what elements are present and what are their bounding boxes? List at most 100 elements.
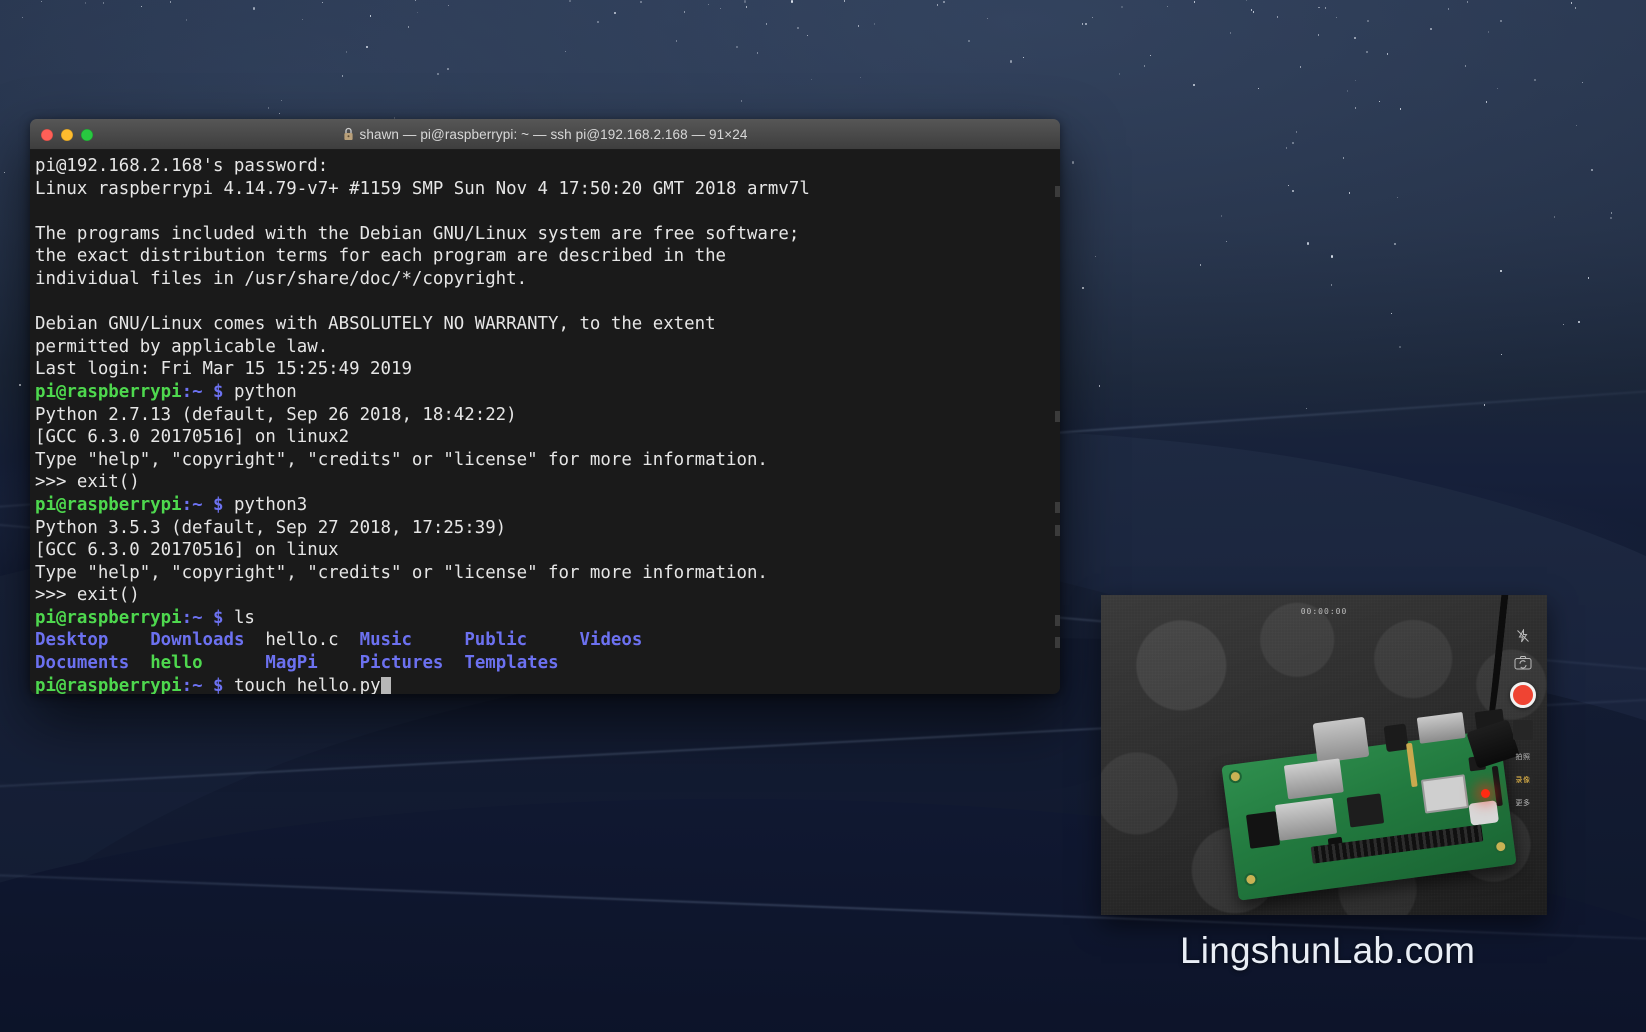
- terminal-text: Python 3.5.3 (default, Sep 27 2018, 17:2…: [35, 517, 507, 538]
- star: [857, 25, 859, 27]
- star: [280, 99, 282, 102]
- star: [447, 68, 449, 71]
- star: [448, 4, 450, 7]
- terminal-line: Last login: Fri Mar 15 15:25:49 2019: [30, 358, 1060, 381]
- star: [1575, 7, 1577, 9]
- star: [1367, 20, 1369, 23]
- star: [810, 78, 812, 81]
- star: [1226, 241, 1227, 243]
- terminal-text: hello: [150, 653, 203, 674]
- terminal-text: Documents: [35, 653, 130, 674]
- terminal-text: :~ $: [181, 607, 224, 628]
- terminal-line: [GCC 6.3.0 20170516] on linux2: [30, 426, 1060, 449]
- usb-port-lower: [1274, 797, 1338, 841]
- star: [707, 3, 710, 6]
- terminal-text: python3: [223, 494, 308, 515]
- star: [1496, 87, 1498, 90]
- terminal-window[interactable]: shawn — pi@raspberrypi: ~ — ssh pi@192.1…: [30, 119, 1060, 694]
- minimize-button[interactable]: [61, 128, 73, 141]
- star: [1610, 212, 1612, 214]
- site-watermark: LingshunLab.com: [1180, 930, 1476, 971]
- terminal-line: pi@raspberrypi:~ $ python: [30, 381, 1060, 404]
- star: [1246, 0, 1248, 2]
- camera-connector: [1405, 742, 1418, 788]
- terminal-titlebar[interactable]: shawn — pi@raspberrypi: ~ — ssh pi@192.1…: [30, 119, 1060, 150]
- terminal-text: Python 2.7.13 (default, Sep 26 2018, 18:…: [35, 404, 517, 425]
- star: [1378, 100, 1380, 103]
- terminal-line: The programs included with the Debian GN…: [30, 223, 1060, 246]
- star: [1342, 156, 1344, 159]
- scroll-marker[interactable]: [1055, 502, 1060, 513]
- star: [756, 52, 758, 54]
- star: [1276, 15, 1279, 18]
- star: [1292, 189, 1294, 192]
- terminal-output-area[interactable]: pi@192.168.2.168's password: Linux raspbe…: [30, 150, 1060, 694]
- star: [1610, 217, 1612, 220]
- terminal-line: Type "help", "copyright", "credits" or "…: [30, 562, 1060, 585]
- star: [40, 0, 42, 3]
- star: [370, 15, 372, 17]
- ram-chip: [1420, 774, 1469, 814]
- star: [1348, 192, 1350, 195]
- star: [1331, 283, 1333, 286]
- star: [640, 1, 642, 4]
- star: [21, 16, 23, 18]
- star: [1149, 54, 1151, 56]
- terminal-text: the exact distribution terms for each pr…: [35, 246, 727, 267]
- terminal-text: ls: [223, 607, 255, 628]
- close-button[interactable]: [41, 128, 53, 141]
- star: [1465, 64, 1467, 67]
- scroll-marker[interactable]: [1055, 637, 1060, 648]
- terminal-text: individual files in /usr/share/doc/*/cop…: [35, 268, 528, 289]
- star: [141, 5, 143, 8]
- flash-off-icon[interactable]: [1516, 629, 1530, 643]
- window-controls[interactable]: [41, 119, 93, 150]
- star: [1230, 32, 1232, 34]
- camera-mode-video[interactable]: 录像: [1511, 774, 1535, 786]
- star: [1336, 16, 1338, 19]
- terminal-text: [GCC 6.3.0 20170516] on linux: [35, 540, 339, 561]
- terminal-text: touch hello.py: [223, 675, 381, 694]
- star: [1317, 33, 1320, 36]
- scroll-marker[interactable]: [1055, 411, 1060, 422]
- star: [407, 26, 410, 29]
- titlebar-center: shawn — pi@raspberrypi: ~ — ssh pi@192.1…: [30, 127, 1060, 142]
- stop-button[interactable]: [1513, 720, 1533, 740]
- star: [1143, 64, 1146, 67]
- star: [1582, 81, 1584, 83]
- terminal-line: Linux raspberrypi 4.14.79-v7+ #1159 SMP …: [30, 178, 1060, 201]
- star: [1085, 22, 1087, 25]
- star: [1355, 79, 1357, 81]
- terminal-text: pi@raspberrypi: [35, 494, 182, 515]
- terminal-text: MagPi: [265, 653, 318, 674]
- star: [675, 40, 677, 42]
- star: [1286, 147, 1288, 149]
- star: [1121, 5, 1123, 8]
- star: [19, 384, 21, 387]
- star: [1306, 242, 1309, 246]
- star: [267, 107, 269, 109]
- star: [186, 19, 188, 21]
- camera-mode-photo[interactable]: 拍照: [1516, 752, 1531, 762]
- camera-mode-more[interactable]: 更多: [1516, 798, 1531, 808]
- terminal-line: Documents hello MagPi Pictures Templates: [30, 652, 1060, 675]
- scroll-marker[interactable]: [1055, 186, 1060, 197]
- record-button[interactable]: [1510, 682, 1536, 708]
- star: [1500, 353, 1502, 356]
- zoom-button[interactable]: [81, 128, 93, 141]
- camera-switch-icon[interactable]: [1514, 655, 1532, 670]
- scroll-marker[interactable]: [1055, 615, 1060, 626]
- terminal-text: Debian GNU/Linux comes with ABSOLUTELY N…: [35, 314, 716, 335]
- terminal-text: :~ $: [181, 494, 224, 515]
- scroll-marker[interactable]: [1055, 525, 1060, 536]
- star: [1534, 78, 1536, 81]
- star: [564, 50, 566, 52]
- camera-controls[interactable]: 拍照 录像 更多: [1503, 617, 1543, 893]
- photo-timestamp: 00:00:00: [1300, 607, 1348, 616]
